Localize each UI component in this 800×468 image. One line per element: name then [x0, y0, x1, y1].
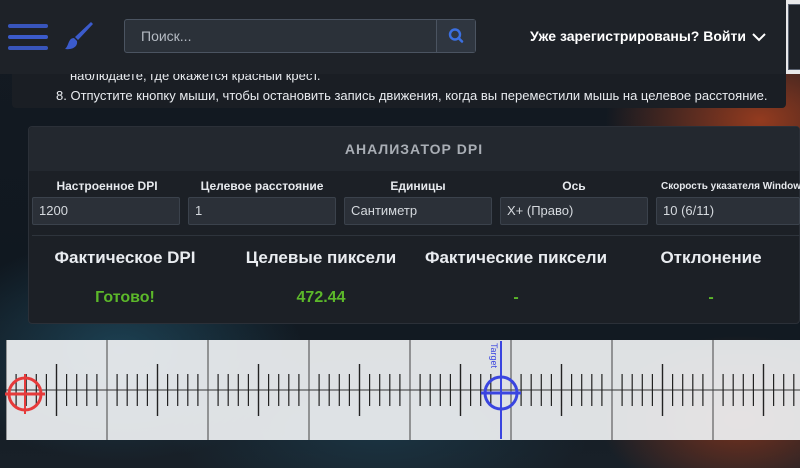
instruction-step-8: 8. Отпустите кнопку мыши, чтобы останови…	[56, 88, 768, 103]
search-button[interactable]	[436, 20, 475, 52]
top-header: Уже зарегистрированы? Войти	[0, 0, 800, 74]
axis-select[interactable]: X+ (Право)	[500, 197, 648, 225]
deviation-value: -	[708, 289, 714, 306]
actual-pixels-value: -	[513, 289, 519, 306]
axis-label: Ось	[562, 179, 586, 193]
edge-panel	[788, 4, 800, 70]
search-icon	[448, 28, 464, 43]
deviation-label: Отклонение	[660, 248, 762, 267]
target-pixels-value: 472.44	[296, 289, 346, 306]
pointer-speed-label: Скорость указателя Windows	[661, 181, 800, 192]
units-select[interactable]: Сантиметр	[344, 197, 492, 225]
target-crosshair-marker[interactable]: Target	[481, 341, 521, 439]
target-distance-label: Целевое расстояние	[200, 179, 324, 193]
paintbrush-logo-icon[interactable]	[64, 20, 94, 52]
analyzer-title: АНАЛИЗАТОР DPI	[344, 141, 484, 157]
chevron-down-icon	[752, 33, 766, 42]
ruler-ticks	[6, 340, 800, 440]
pointer-speed-select[interactable]: 10 (6/11)	[656, 197, 800, 225]
target-pixels-label: Целевые пиксели	[245, 248, 397, 267]
units-label: Единицы	[390, 179, 446, 193]
measurement-ruler[interactable]	[6, 340, 800, 440]
search-box	[124, 19, 476, 53]
analyzer-divider	[32, 235, 800, 236]
configured-dpi-label: Настроенное DPI	[56, 179, 158, 193]
configured-dpi-input[interactable]: 1200	[32, 197, 180, 225]
actual-dpi-label: Фактическое DPI	[54, 248, 196, 267]
start-crosshair-marker[interactable]	[5, 374, 45, 414]
login-label: Уже зарегистрированы? Войти	[530, 28, 746, 44]
menu-icon[interactable]	[8, 24, 48, 50]
target-label: Target	[489, 343, 499, 369]
actual-pixels-label: Фактические пиксели	[424, 248, 608, 267]
analyzer-title-bar: АНАЛИЗАТОР DPI	[29, 127, 799, 171]
search-input[interactable]	[125, 20, 439, 52]
target-distance-input[interactable]: 1	[188, 197, 336, 225]
actual-dpi-value: Готово!	[95, 289, 155, 306]
login-link[interactable]: Уже зарегистрированы? Войти	[530, 28, 766, 44]
